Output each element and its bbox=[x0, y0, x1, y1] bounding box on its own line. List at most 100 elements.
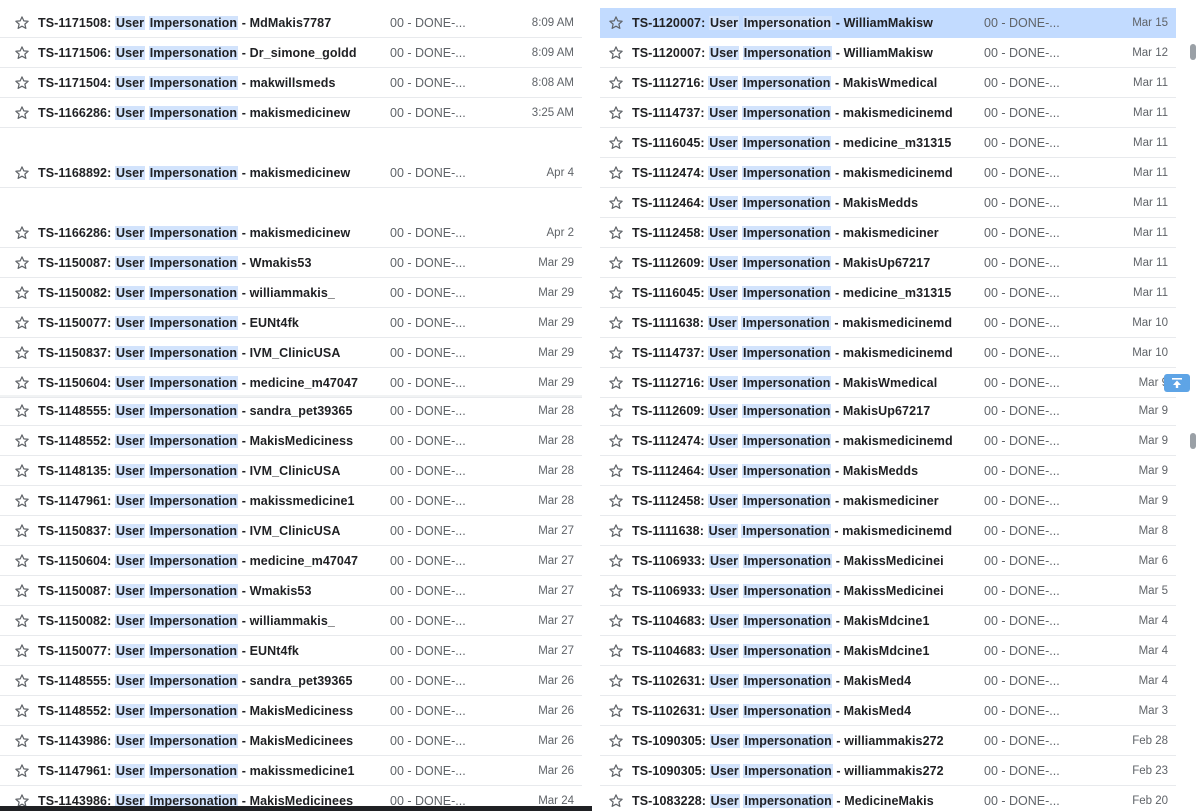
star-outline-icon[interactable] bbox=[608, 703, 624, 719]
star-outline-icon[interactable] bbox=[608, 733, 624, 749]
email-row[interactable]: TS-1150087: User Impersonation - Wmakis5… bbox=[0, 576, 582, 606]
email-row[interactable]: TS-1112458: User Impersonation - makisme… bbox=[600, 486, 1176, 516]
email-row[interactable]: TS-1102631: User Impersonation - MakisMe… bbox=[600, 696, 1176, 726]
email-row[interactable]: TS-1150082: User Impersonation - william… bbox=[0, 278, 582, 308]
email-row[interactable]: TS-1106933: User Impersonation - MakissM… bbox=[600, 546, 1176, 576]
scroll-to-top-button[interactable] bbox=[1164, 374, 1190, 392]
email-row[interactable]: TS-1112609: User Impersonation - MakisUp… bbox=[600, 396, 1176, 426]
email-row[interactable]: TS-1120007: User Impersonation - William… bbox=[600, 38, 1176, 68]
star-outline-icon[interactable] bbox=[14, 613, 30, 629]
email-row[interactable]: TS-1148555: User Impersonation - sandra_… bbox=[0, 666, 582, 696]
star-outline-icon[interactable] bbox=[14, 703, 30, 719]
email-row[interactable]: TS-1148555: User Impersonation - sandra_… bbox=[0, 396, 582, 426]
star-outline-icon[interactable] bbox=[608, 553, 624, 569]
email-row[interactable]: TS-1112464: User Impersonation - MakisMe… bbox=[600, 456, 1176, 486]
star-outline-icon[interactable] bbox=[14, 75, 30, 91]
email-row[interactable]: TS-1114737: User Impersonation - makisme… bbox=[600, 338, 1176, 368]
email-row[interactable]: TS-1112716: User Impersonation - MakisWm… bbox=[600, 368, 1176, 398]
email-row[interactable]: TS-1166286: User Impersonation - makisme… bbox=[0, 218, 582, 248]
email-row[interactable]: TS-1120007: User Impersonation - William… bbox=[600, 8, 1176, 38]
email-row[interactable]: TS-1112458: User Impersonation - makisme… bbox=[600, 218, 1176, 248]
star-outline-icon[interactable] bbox=[608, 255, 624, 271]
email-row[interactable]: TS-1147961: User Impersonation - makissm… bbox=[0, 486, 582, 516]
star-outline-icon[interactable] bbox=[14, 105, 30, 121]
star-outline-icon[interactable] bbox=[608, 75, 624, 91]
scrollbar-thumb-top[interactable] bbox=[1190, 44, 1196, 60]
star-outline-icon[interactable] bbox=[608, 105, 624, 121]
star-outline-icon[interactable] bbox=[608, 345, 624, 361]
email-row[interactable]: TS-1090305: User Impersonation - william… bbox=[600, 726, 1176, 756]
star-outline-icon[interactable] bbox=[14, 45, 30, 61]
email-row[interactable]: TS-1150837: User Impersonation - IVM_Cli… bbox=[0, 516, 582, 546]
star-outline-icon[interactable] bbox=[14, 375, 30, 391]
email-row[interactable]: TS-1116045: User Impersonation - medicin… bbox=[600, 128, 1176, 158]
email-row[interactable]: TS-1171508: User Impersonation - MdMakis… bbox=[0, 8, 582, 38]
star-outline-icon[interactable] bbox=[608, 45, 624, 61]
star-outline-icon[interactable] bbox=[14, 165, 30, 181]
email-row[interactable]: TS-1112474: User Impersonation - makisme… bbox=[600, 158, 1176, 188]
email-row[interactable]: TS-1150604: User Impersonation - medicin… bbox=[0, 368, 582, 398]
email-row[interactable]: TS-1112609: User Impersonation - MakisUp… bbox=[600, 248, 1176, 278]
email-row[interactable]: TS-1148552: User Impersonation - MakisMe… bbox=[0, 696, 582, 726]
email-row[interactable]: TS-1150077: User Impersonation - EUNt4fk… bbox=[0, 636, 582, 666]
star-outline-icon[interactable] bbox=[14, 225, 30, 241]
email-row[interactable]: TS-1148552: User Impersonation - MakisMe… bbox=[0, 426, 582, 456]
star-outline-icon[interactable] bbox=[608, 523, 624, 539]
email-row[interactable]: TS-1171506: User Impersonation - Dr_simo… bbox=[0, 38, 582, 68]
email-row[interactable]: TS-1168892: User Impersonation - makisme… bbox=[0, 158, 582, 188]
email-row[interactable]: TS-1150837: User Impersonation - IVM_Cli… bbox=[0, 338, 582, 368]
email-row[interactable]: TS-1116045: User Impersonation - medicin… bbox=[600, 278, 1176, 308]
email-row[interactable]: TS-1166286: User Impersonation - makisme… bbox=[0, 98, 582, 128]
star-outline-icon[interactable] bbox=[14, 15, 30, 31]
email-row[interactable]: TS-1090305: User Impersonation - william… bbox=[600, 756, 1176, 786]
star-outline-icon[interactable] bbox=[608, 643, 624, 659]
star-outline-icon[interactable] bbox=[14, 403, 30, 419]
star-outline-icon[interactable] bbox=[608, 463, 624, 479]
star-outline-icon[interactable] bbox=[608, 613, 624, 629]
star-outline-icon[interactable] bbox=[14, 345, 30, 361]
star-outline-icon[interactable] bbox=[14, 583, 30, 599]
star-outline-icon[interactable] bbox=[608, 433, 624, 449]
star-outline-icon[interactable] bbox=[14, 553, 30, 569]
email-row[interactable]: TS-1114737: User Impersonation - makisme… bbox=[600, 98, 1176, 128]
star-outline-icon[interactable] bbox=[14, 463, 30, 479]
star-outline-icon[interactable] bbox=[608, 493, 624, 509]
email-row[interactable]: TS-1112464: User Impersonation - MakisMe… bbox=[600, 188, 1176, 218]
email-row[interactable]: TS-1150082: User Impersonation - william… bbox=[0, 606, 582, 636]
email-row[interactable]: TS-1104683: User Impersonation - MakisMd… bbox=[600, 636, 1176, 666]
star-outline-icon[interactable] bbox=[14, 315, 30, 331]
star-outline-icon[interactable] bbox=[14, 285, 30, 301]
star-outline-icon[interactable] bbox=[608, 15, 624, 31]
email-row[interactable]: TS-1147961: User Impersonation - makissm… bbox=[0, 756, 582, 786]
email-row[interactable]: TS-1143986: User Impersonation - MakisMe… bbox=[0, 786, 582, 806]
star-outline-icon[interactable] bbox=[14, 643, 30, 659]
star-outline-icon[interactable] bbox=[14, 673, 30, 689]
email-row[interactable]: TS-1150087: User Impersonation - Wmakis5… bbox=[0, 248, 582, 278]
star-outline-icon[interactable] bbox=[608, 583, 624, 599]
scrollbar-thumb-bottom[interactable] bbox=[1190, 433, 1196, 449]
email-row[interactable]: TS-1102631: User Impersonation - MakisMe… bbox=[600, 666, 1176, 696]
star-outline-icon[interactable] bbox=[14, 793, 30, 806]
star-outline-icon[interactable] bbox=[608, 135, 624, 151]
email-row[interactable]: TS-1143986: User Impersonation - MakisMe… bbox=[0, 726, 582, 756]
star-outline-icon[interactable] bbox=[14, 493, 30, 509]
star-outline-icon[interactable] bbox=[14, 763, 30, 779]
star-outline-icon[interactable] bbox=[608, 673, 624, 689]
star-outline-icon[interactable] bbox=[14, 255, 30, 271]
star-outline-icon[interactable] bbox=[608, 165, 624, 181]
star-outline-icon[interactable] bbox=[608, 375, 624, 391]
email-row[interactable]: TS-1112474: User Impersonation - makisme… bbox=[600, 426, 1176, 456]
star-outline-icon[interactable] bbox=[608, 195, 624, 211]
star-outline-icon[interactable] bbox=[608, 763, 624, 779]
star-outline-icon[interactable] bbox=[608, 315, 624, 331]
email-row[interactable]: TS-1150077: User Impersonation - EUNt4fk… bbox=[0, 308, 582, 338]
email-row[interactable]: TS-1148135: User Impersonation - IVM_Cli… bbox=[0, 456, 582, 486]
star-outline-icon[interactable] bbox=[608, 285, 624, 301]
email-row[interactable]: TS-1171504: User Impersonation - makwill… bbox=[0, 68, 582, 98]
email-row[interactable]: TS-1104683: User Impersonation - MakisMd… bbox=[600, 606, 1176, 636]
email-row[interactable]: TS-1150604: User Impersonation - medicin… bbox=[0, 546, 582, 576]
star-outline-icon[interactable] bbox=[14, 433, 30, 449]
email-row[interactable]: TS-1111638: User Impersonation - makisme… bbox=[600, 516, 1176, 546]
star-outline-icon[interactable] bbox=[608, 403, 624, 419]
star-outline-icon[interactable] bbox=[14, 523, 30, 539]
